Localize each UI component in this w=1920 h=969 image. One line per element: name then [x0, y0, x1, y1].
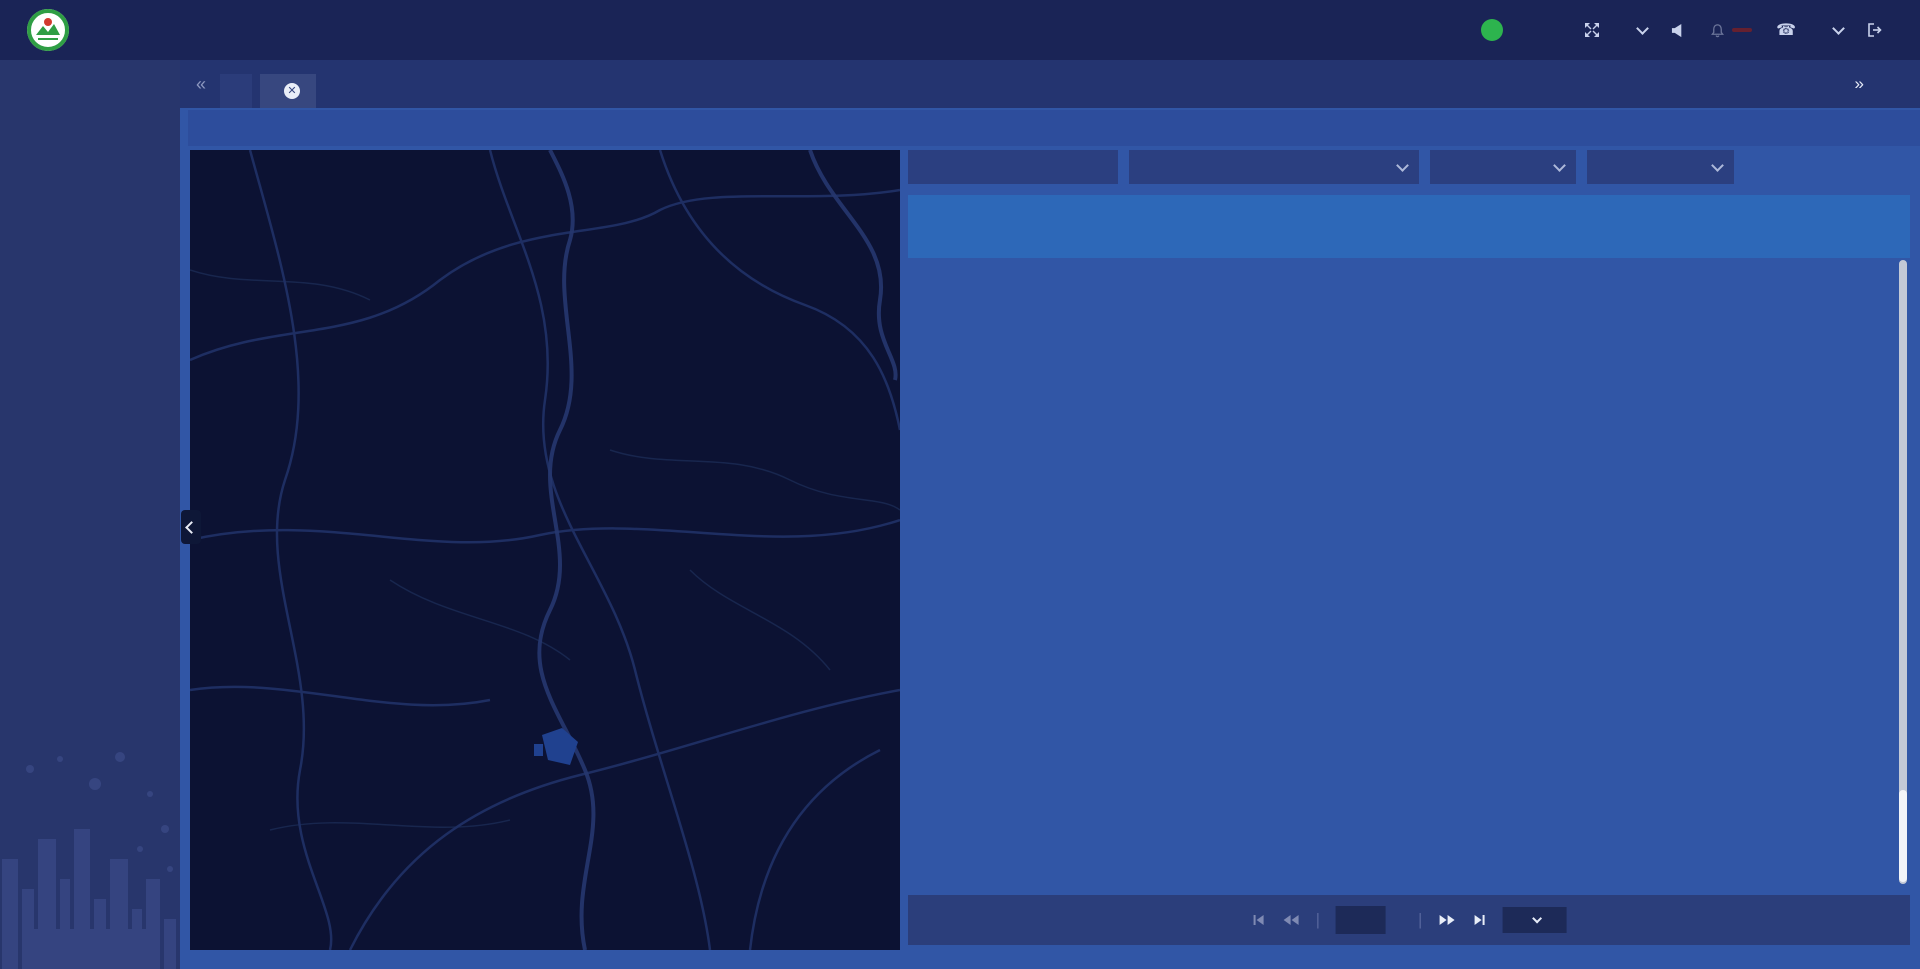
first-page-button[interactable]: [1252, 913, 1267, 927]
temperature: [1481, 19, 1510, 41]
chevron-down-icon: [1532, 913, 1542, 923]
chevron-down-icon: [1832, 22, 1845, 35]
fullscreen-icon: [1584, 22, 1600, 38]
logout-icon: [1867, 22, 1883, 38]
col-company: [1110, 195, 1258, 258]
tab-home[interactable]: [220, 74, 252, 108]
col-limit: [1385, 195, 1470, 258]
chevron-down-icon: [1636, 22, 1649, 35]
notifications[interactable]: [1710, 23, 1752, 38]
name-filter-input[interactable]: [908, 150, 1118, 184]
monitor-panel: | |: [908, 150, 1910, 945]
prev-page-button[interactable]: [1283, 913, 1300, 927]
app-header: ☎: [0, 0, 1920, 60]
fullscreen-button[interactable]: [1584, 22, 1607, 38]
col-facility: [1470, 195, 1560, 258]
map-roads: [190, 150, 900, 950]
bell-icon: [1710, 23, 1725, 38]
col-industry: [1258, 195, 1385, 258]
stats-bar: [188, 110, 1920, 146]
notification-count-badge: [1732, 28, 1752, 32]
next-page-button[interactable]: [1438, 913, 1455, 927]
org-menu[interactable]: [1827, 28, 1843, 33]
tab-bar: « ✕ »: [180, 60, 1920, 108]
app-logo-icon: [26, 8, 70, 52]
col-region: [965, 195, 1110, 258]
page-size-select[interactable]: [1502, 907, 1566, 933]
col-meter: [1650, 195, 1730, 258]
help-button[interactable]: ☎: [1776, 20, 1803, 40]
chevron-down-icon: [1553, 159, 1566, 172]
prev-page-icon: [1283, 913, 1300, 927]
phone-icon: ☎: [1776, 20, 1796, 40]
theme-menu[interactable]: [1631, 28, 1647, 33]
col-point-status-group: [1730, 195, 1895, 258]
logout-button[interactable]: [1867, 22, 1890, 38]
last-page-icon: [1471, 913, 1486, 927]
industry-filter-select[interactable]: [1430, 150, 1576, 184]
status-filter-select[interactable]: [1587, 150, 1734, 184]
sidebar: [0, 60, 180, 969]
col-monitor: [1560, 195, 1650, 258]
tabs-scroll-right-icon[interactable]: »: [1855, 74, 1864, 94]
last-page-button[interactable]: [1471, 913, 1486, 927]
filter-bar: [908, 150, 1910, 184]
next-page-icon: [1438, 913, 1455, 927]
tab-realtime-monitor[interactable]: ✕: [260, 74, 316, 108]
region-filter-select[interactable]: [1129, 150, 1419, 184]
scrollbar-thumb[interactable]: [1899, 790, 1907, 882]
map[interactable]: [190, 150, 900, 950]
tab-close-icon[interactable]: ✕: [284, 83, 300, 99]
first-page-icon: [1252, 913, 1267, 927]
tabs-scroll-left-icon[interactable]: «: [196, 74, 206, 95]
temperature-badge: [1481, 19, 1503, 41]
search-input[interactable]: [920, 158, 1106, 177]
mute-speaker-icon[interactable]: [1671, 23, 1686, 38]
chevron-left-icon: [185, 521, 198, 534]
table-header: [908, 195, 1910, 258]
chevron-down-icon: [1711, 159, 1724, 172]
table-body: [908, 258, 1910, 890]
skyline-decoration: [0, 739, 180, 969]
pagination-bar: | |: [908, 895, 1910, 945]
panel-collapse-button[interactable]: [181, 510, 201, 544]
chevron-down-icon: [1396, 159, 1409, 172]
page-number-input[interactable]: [1336, 906, 1386, 934]
